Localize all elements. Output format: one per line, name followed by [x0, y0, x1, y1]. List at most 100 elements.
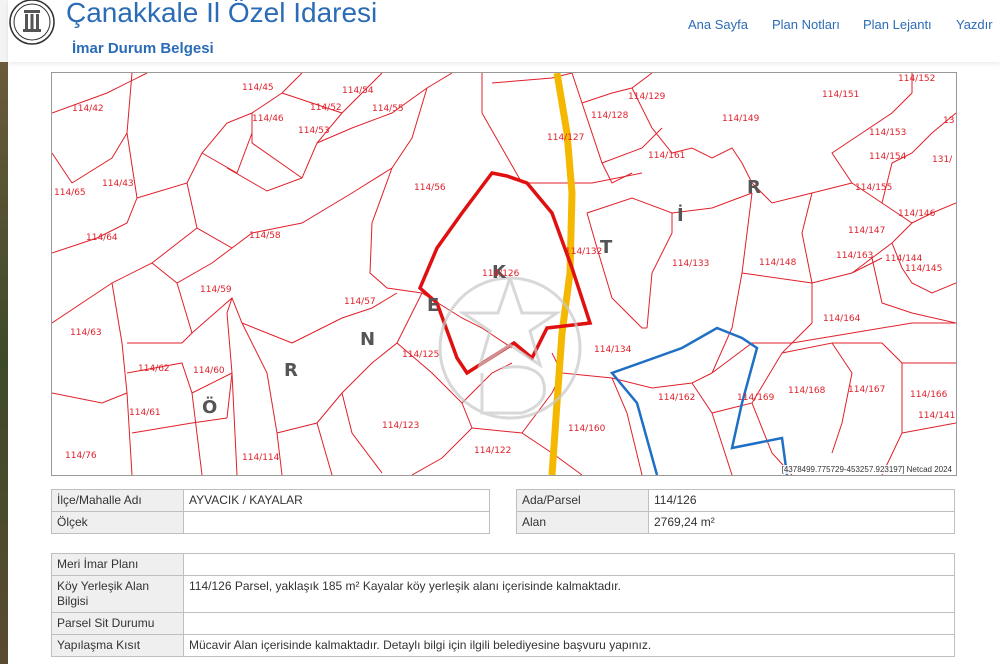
nav-home-link[interactable]: Ana Sayfa	[688, 17, 748, 32]
parcel-label: 114/160	[568, 424, 606, 434]
table-row: Parsel Sit Durumu	[51, 612, 955, 635]
parcel-label: 13	[943, 116, 954, 126]
district-letter: N	[360, 329, 375, 350]
parcel-info-table: Ada/Parsel 114/126 Alan 2769,24 m²	[516, 489, 955, 534]
parcel-label: 114/149	[722, 114, 760, 124]
parcel-label: 114/58	[249, 231, 281, 241]
site-header: Çanakkale İl Özel İdaresi İmar Durum Bel…	[8, 0, 1000, 62]
parcel-label: 114/147	[848, 226, 885, 236]
parcel-label: 114/144	[885, 254, 923, 264]
table-row: Meri İmar Planı	[51, 553, 955, 576]
scale-label: Ölçek	[51, 511, 184, 534]
parcel-labels: 114/42 114/45 114/46 114/52 114/53 114/5…	[54, 74, 955, 463]
parcel-label: 114/153	[869, 128, 906, 138]
parcel-label: 114/59	[200, 285, 232, 295]
parcel-label: 114/145	[905, 264, 942, 274]
parcel-label: 114/64	[86, 233, 118, 243]
area-label: Alan	[516, 511, 649, 534]
page: Çanakkale İl Özel İdaresi İmar Durum Bel…	[8, 0, 1000, 664]
parcel-label: 114/148	[759, 258, 797, 268]
institution-logo-icon	[9, 0, 55, 45]
parcel-label: 114/45	[242, 83, 274, 93]
zoning-plan-label: Meri İmar Planı	[51, 553, 184, 576]
parcel-label: 114/161	[648, 151, 685, 161]
table-row: Köy Yerleşik Alan Bilgisi 114/126 Parsel…	[51, 575, 955, 613]
parcel-label: 114/61	[129, 408, 161, 418]
nav-plan-legend-link[interactable]: Plan Lejantı	[863, 17, 932, 32]
site-status-value	[183, 612, 955, 635]
parcel-label: 114/133	[672, 259, 709, 269]
parcel-label: 114/63	[70, 328, 102, 338]
parcel-label: 114/155	[855, 183, 892, 193]
nav-print-link[interactable]: Yazdır	[956, 17, 993, 32]
table-row: Alan 2769,24 m²	[516, 511, 955, 534]
parcel-label: 114/123	[382, 421, 419, 431]
parcel-label: 114/169	[737, 393, 775, 403]
village-settlement-label: Köy Yerleşik Alan Bilgisi	[51, 575, 184, 613]
parcel-label: 114/65	[54, 188, 86, 198]
parcel-label: 114/60	[193, 366, 225, 376]
scale-value	[183, 511, 490, 534]
parcel-label: 114/163	[836, 251, 873, 261]
table-row: Ada/Parsel 114/126	[516, 489, 955, 512]
parcel-label: 114/62	[138, 364, 170, 374]
background-photo-strip	[0, 62, 8, 664]
parcel-label: 114/128	[591, 111, 629, 121]
parcel-label: 114/57	[344, 297, 376, 307]
parcel-label: 114/132	[565, 247, 602, 257]
district-letter: Ö	[202, 396, 217, 418]
parcel-label: 114/168	[788, 386, 826, 396]
page-title: Çanakkale İl Özel İdaresi	[66, 0, 378, 28]
parcel-label: 114/167	[848, 385, 885, 395]
parcel-number-label: Ada/Parsel	[516, 489, 649, 512]
parcel-label: 114/162	[658, 393, 695, 403]
area-value: 2769,24 m²	[648, 511, 955, 534]
district-label: İlçe/Mahalle Adı	[51, 489, 184, 512]
location-info-table: İlçe/Mahalle Adı AYVACIK / KAYALAR Ölçek	[51, 489, 490, 534]
parcel-label: 114/164	[823, 314, 861, 324]
district-letter: İ	[677, 204, 684, 226]
parcel-label: 114/152	[898, 74, 935, 84]
parcel-label: 114/166	[910, 390, 948, 400]
zoning-info-table: Meri İmar Planı Köy Yerleşik Alan Bilgis…	[51, 553, 955, 657]
site-status-label: Parsel Sit Durumu	[51, 612, 184, 635]
table-row: Yapılaşma Kısıt Mücavir Alan içerisinde …	[51, 634, 955, 657]
parcel-label: 114/114	[242, 453, 280, 463]
parcel-label: 114/43	[102, 179, 134, 189]
parcel-label: 114/127	[547, 133, 584, 143]
table-row: İlçe/Mahalle Adı AYVACIK / KAYALAR	[51, 489, 490, 512]
parcel-label: 114/134	[594, 345, 632, 355]
parcel-label: 114/53	[298, 126, 330, 136]
parcel-label: 114/125	[402, 350, 439, 360]
parcel-label: 114/55	[372, 104, 404, 114]
parcel-map[interactable]: Ö R N E K T İ R 114/42 114/45 114/46 114…	[51, 72, 957, 476]
nav-plan-notes-link[interactable]: Plan Notları	[772, 17, 840, 32]
table-row: Ölçek	[51, 511, 490, 534]
page-subtitle: İmar Durum Belgesi	[72, 40, 214, 57]
map-canvas: Ö R N E K T İ R 114/42 114/45 114/46 114…	[52, 73, 956, 475]
parcel-label: 114/76	[65, 451, 97, 461]
district-value: AYVACIK / KAYALAR	[183, 489, 490, 512]
parcel-label: 114/122	[474, 446, 511, 456]
parcel-label: 114/42	[72, 104, 104, 114]
parcel-label: 114/126	[482, 269, 520, 279]
parcel-label: 114/146	[898, 209, 936, 219]
parcel-label: 131/	[932, 155, 953, 165]
parcel-label: 114/54	[342, 86, 374, 96]
parcel-label: 114/154	[869, 152, 907, 162]
zoning-plan-value	[183, 553, 955, 576]
parcel-label: 114/46	[252, 114, 284, 124]
parcel-label: 114/141	[918, 411, 955, 421]
district-letter: E	[427, 295, 439, 316]
parcel-label: 114/56	[414, 183, 446, 193]
parcel-label: 114/151	[822, 90, 859, 100]
district-letter: R	[747, 177, 761, 198]
district-letter: R	[284, 360, 298, 381]
parcel-label: 114/52	[310, 103, 342, 113]
parcel-number-value: 114/126	[648, 489, 955, 512]
village-settlement-value: 114/126 Parsel, yaklaşık 185 m² Kayalar …	[183, 575, 955, 613]
map-coordinates-footer: [4378499.775729-453257.923197] Netcad 20…	[779, 465, 954, 474]
parcel-label: 114/129	[628, 92, 666, 102]
construction-restriction-label: Yapılaşma Kısıt	[51, 634, 184, 657]
construction-restriction-value: Mücavir Alan içerisinde kalmaktadır. Det…	[183, 634, 955, 657]
